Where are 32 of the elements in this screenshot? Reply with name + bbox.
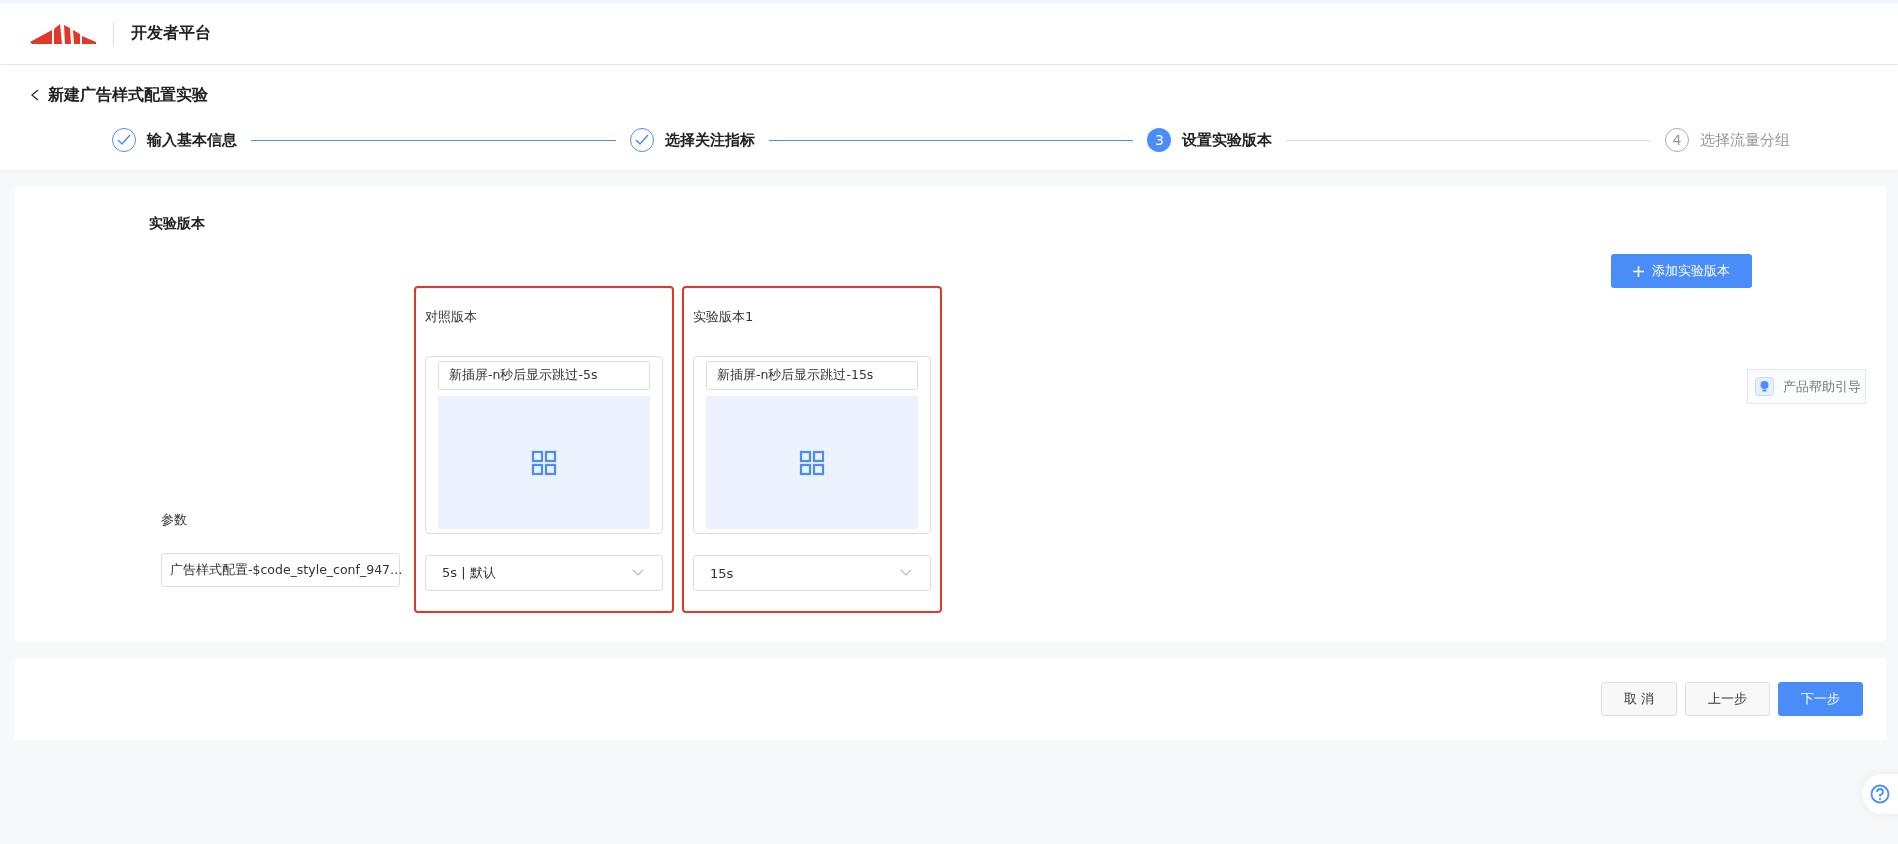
- dropdown-value: 15s: [710, 565, 734, 581]
- platform-title: 开发者平台: [131, 23, 211, 44]
- version-title: 对照版本: [425, 308, 478, 326]
- footer-button[interactable]: 上一步: [1685, 682, 1770, 716]
- section-title: 实验版本: [149, 214, 206, 233]
- logo-icon: [30, 23, 96, 44]
- help-float-button[interactable]: [1862, 774, 1898, 814]
- step-number: 3: [1147, 128, 1172, 152]
- lightbulb-icon: [1755, 377, 1774, 396]
- grid-icon: [531, 449, 557, 476]
- step-label: 设置实验版本: [1182, 130, 1273, 150]
- chevron-down-icon: [900, 569, 912, 577]
- value-dropdown[interactable]: 5s | 默认: [425, 555, 663, 591]
- chevron-down-icon: [632, 569, 644, 577]
- help-guide-button[interactable]: 产品帮助引导: [1747, 369, 1866, 404]
- help-guide-label: 产品帮助引导: [1783, 377, 1861, 396]
- footer-button[interactable]: 取 消: [1600, 682, 1677, 716]
- step-label: 选择关注指标: [664, 130, 755, 150]
- back-chevron-icon: [30, 89, 40, 101]
- page-title: 新建广告样式配置实验: [48, 84, 208, 106]
- style-name-field: 新插屏-n秒后显示跳过-5s: [438, 361, 650, 390]
- value-dropdown[interactable]: 15s: [693, 555, 931, 591]
- parameter-field[interactable]: 广告样式配置-$code_style_conf_947…: [161, 553, 400, 587]
- help-icon: [1870, 784, 1890, 804]
- parameter-label: 参数: [161, 511, 188, 529]
- plus-icon: [1633, 265, 1644, 277]
- style-name-field: 新插屏-n秒后显示跳过-15s: [706, 361, 918, 390]
- version-title: 实验版本1: [693, 308, 755, 326]
- dropdown-value: 5s | 默认: [442, 564, 496, 582]
- step-label: 选择流量分组: [1700, 130, 1790, 150]
- step-label: 输入基本信息: [147, 130, 237, 150]
- grid-icon: [799, 449, 825, 476]
